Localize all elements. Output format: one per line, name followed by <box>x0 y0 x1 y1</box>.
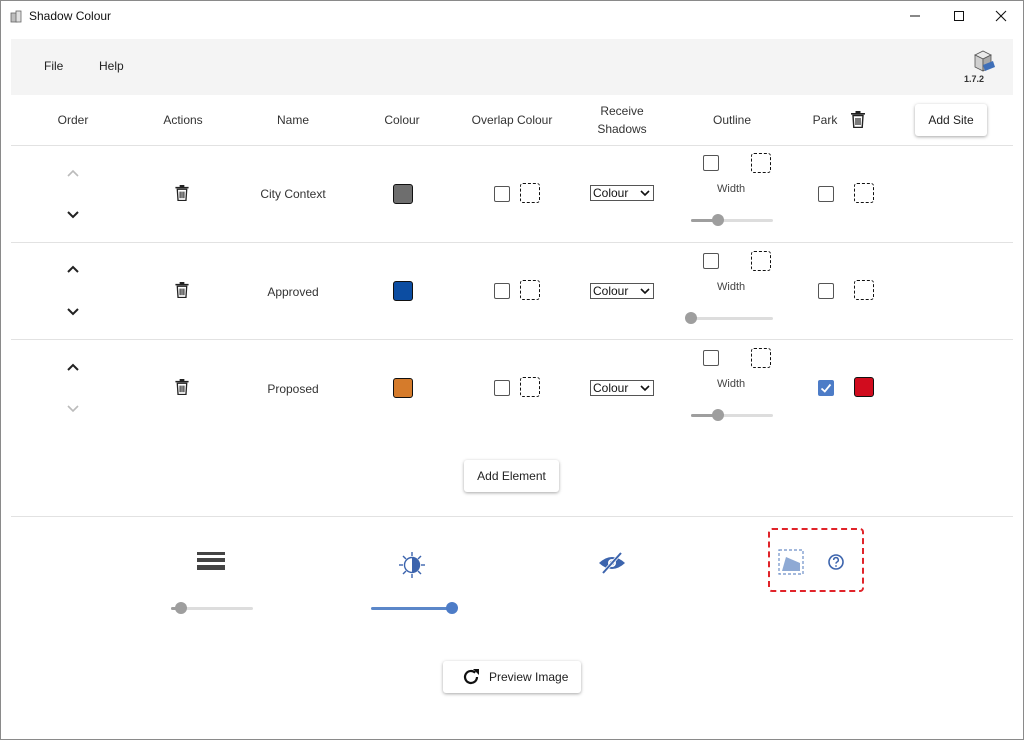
menu-bar: File Help <box>11 39 1013 95</box>
receive-shadows-select[interactable]: Colour <box>590 185 654 201</box>
building-logo-icon <box>974 50 995 72</box>
brightness-icon <box>399 552 425 578</box>
header-actions: Actions <box>163 113 203 127</box>
title-bar: Shadow Colour <box>1 1 1023 31</box>
checkmark-icon <box>820 383 832 393</box>
overlap-checkbox[interactable] <box>494 380 510 396</box>
header-receive-shadows-line1: Receive <box>600 104 644 118</box>
delete-row-icon[interactable] <box>175 379 189 395</box>
help-icon[interactable] <box>827 553 845 571</box>
overlap-colour-swatch[interactable] <box>520 377 540 397</box>
outline-checkbox[interactable] <box>703 350 719 366</box>
divider <box>11 516 1013 517</box>
header-colour: Colour <box>384 113 420 127</box>
app-icon <box>10 10 22 23</box>
colour-swatch[interactable] <box>393 184 413 204</box>
park-colour-swatch[interactable] <box>854 280 874 300</box>
refresh-icon <box>463 669 479 685</box>
outline-colour-swatch[interactable] <box>751 251 771 271</box>
preview-image-button[interactable]: Preview Image <box>443 661 581 693</box>
minimize-button[interactable] <box>893 1 937 31</box>
minimize-icon <box>910 15 920 17</box>
park-checkbox[interactable] <box>818 380 834 396</box>
preview-image-label: Preview Image <box>489 670 569 684</box>
element-row-city-context: City Context Colour Width <box>11 146 1013 242</box>
park-colour-swatch[interactable] <box>854 377 874 397</box>
width-slider-thumb[interactable] <box>685 312 697 324</box>
width-label: Width <box>717 183 746 195</box>
overlap-checkbox[interactable] <box>494 283 510 299</box>
overlap-colour-swatch[interactable] <box>520 183 540 203</box>
outline-checkbox[interactable] <box>703 155 719 171</box>
header-receive-shadows-line2: Shadows <box>597 122 647 136</box>
header-name: Name <box>276 113 309 127</box>
receive-shadows-value: Colour <box>593 284 629 298</box>
element-row-proposed: Proposed Colour Width <box>11 340 1013 436</box>
version-label: 1.7.2 <box>964 74 985 84</box>
layers-icon <box>197 552 225 570</box>
receive-shadows-value: Colour <box>593 381 629 395</box>
header-order: Order <box>57 113 89 127</box>
visibility-off-icon[interactable] <box>597 551 627 575</box>
delete-row-icon[interactable] <box>175 282 189 298</box>
layers-slider-thumb[interactable] <box>175 602 187 614</box>
chevron-down-icon <box>640 385 650 392</box>
maximize-icon <box>954 11 964 21</box>
width-slider-thumb[interactable] <box>712 214 724 226</box>
receive-shadows-value: Colour <box>593 186 629 200</box>
header-outline: Outline <box>712 113 752 127</box>
overlap-checkbox[interactable] <box>494 186 510 202</box>
menu-file[interactable]: File <box>44 59 63 73</box>
receive-shadows-select[interactable]: Colour <box>590 283 654 299</box>
close-icon <box>995 10 1007 22</box>
move-down-icon[interactable] <box>66 210 80 220</box>
overlap-colour-swatch[interactable] <box>520 280 540 300</box>
window-title: Shadow Colour <box>29 9 112 23</box>
receive-shadows-select[interactable]: Colour <box>590 380 654 396</box>
element-row-approved: Approved Colour Width <box>11 243 1013 339</box>
chevron-down-icon <box>640 288 650 295</box>
add-element-button[interactable]: Add Element <box>464 460 559 492</box>
move-down-icon[interactable] <box>66 307 80 317</box>
outline-colour-swatch[interactable] <box>751 348 771 368</box>
delete-row-icon[interactable] <box>175 185 189 201</box>
brightness-slider-track[interactable] <box>371 607 453 610</box>
add-site-button[interactable]: Add Site <box>915 104 987 136</box>
outline-colour-swatch[interactable] <box>751 153 771 173</box>
outline-checkbox[interactable] <box>703 253 719 269</box>
colour-swatch[interactable] <box>393 281 413 301</box>
move-up-icon[interactable] <box>66 168 80 178</box>
move-down-icon[interactable] <box>66 404 80 414</box>
close-button[interactable] <box>979 1 1023 31</box>
image-region-icon[interactable] <box>778 549 804 575</box>
maximize-button[interactable] <box>937 1 981 31</box>
move-up-icon[interactable] <box>66 362 80 372</box>
move-up-icon[interactable] <box>66 264 80 274</box>
park-checkbox[interactable] <box>818 186 834 202</box>
menu-help[interactable]: Help <box>99 59 124 73</box>
chevron-down-icon <box>640 190 650 197</box>
row-name: Approved <box>267 285 319 299</box>
width-slider-track[interactable] <box>691 317 773 320</box>
header-overlap-colour: Overlap Colour <box>471 113 553 127</box>
park-colour-swatch[interactable] <box>854 183 874 203</box>
width-slider-thumb[interactable] <box>712 409 724 421</box>
delete-all-park-icon[interactable] <box>851 111 865 128</box>
header-park: Park <box>812 113 838 127</box>
row-name: City Context <box>260 187 326 201</box>
colour-swatch[interactable] <box>393 378 413 398</box>
brightness-slider-thumb[interactable] <box>446 602 458 614</box>
app-window: Shadow Colour File Help 1.7.2 Order Acti… <box>0 0 1024 740</box>
park-checkbox[interactable] <box>818 283 834 299</box>
row-name: Proposed <box>267 382 319 396</box>
width-label: Width <box>717 378 746 390</box>
width-label: Width <box>717 281 746 293</box>
